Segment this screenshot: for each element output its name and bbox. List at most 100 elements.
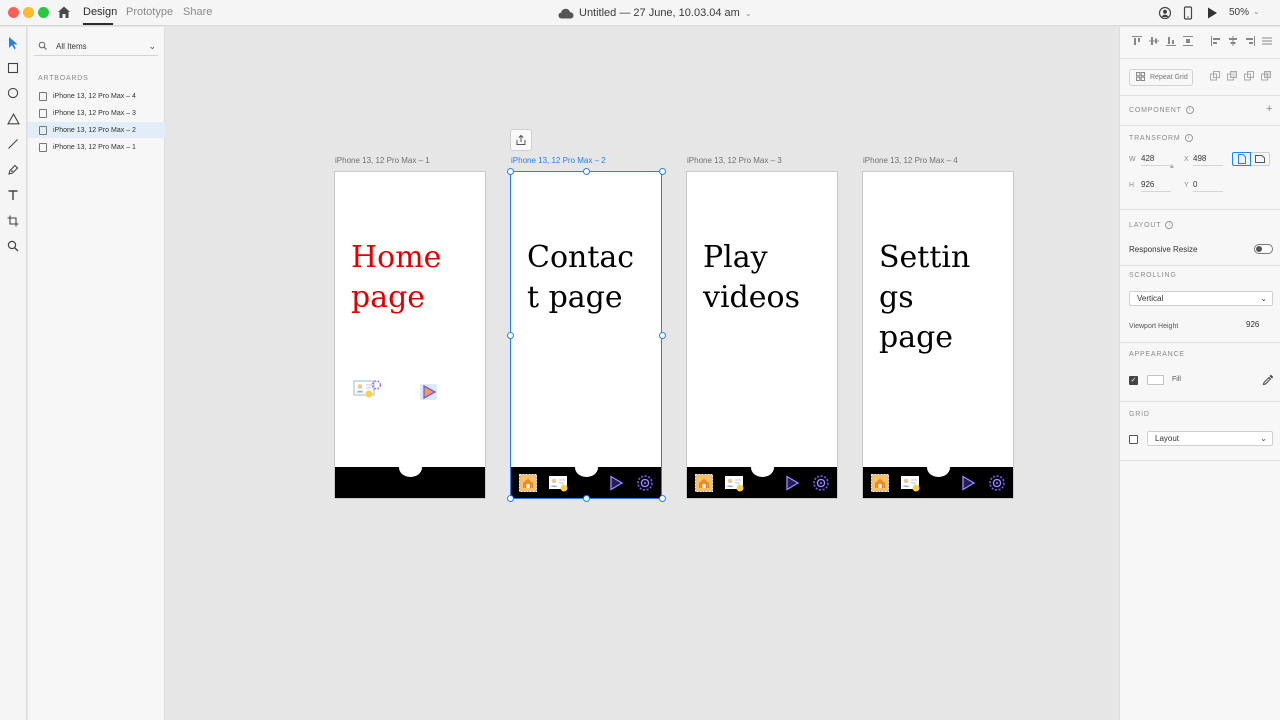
resize-handle[interactable]: [583, 495, 590, 502]
layer-item-selected[interactable]: iPhone 13, 12 Pro Max – 2: [28, 122, 165, 138]
distribute-horizontal-icon[interactable]: [1261, 35, 1273, 47]
bring-to-front-icon[interactable]: [1227, 71, 1238, 82]
landscape-orientation-button[interactable]: [1251, 152, 1270, 166]
add-component-icon[interactable]: +: [1266, 103, 1272, 115]
resize-handle[interactable]: [583, 168, 590, 175]
x-field[interactable]: 498: [1193, 154, 1223, 166]
user-icon[interactable]: [1157, 5, 1173, 21]
width-field[interactable]: 428: [1141, 154, 1171, 166]
distribute-vertical-icon[interactable]: [1182, 35, 1194, 47]
zoom-menu[interactable]: 50% ⌄: [1229, 7, 1260, 18]
tab-prototype[interactable]: Prototype: [126, 6, 173, 18]
chevron-down-icon: ⌄: [1253, 7, 1260, 16]
artboard-settings[interactable]: Settin gs page: [862, 171, 1014, 499]
mobile-preview-icon[interactable]: [1180, 5, 1196, 21]
tab-design[interactable]: Design: [83, 6, 117, 18]
ellipse-tool-icon[interactable]: [5, 85, 21, 101]
responsive-resize-toggle[interactable]: [1254, 244, 1273, 254]
video-nav-icon[interactable]: [958, 473, 978, 493]
artboard-label[interactable]: iPhone 13, 12 Pro Max – 1: [335, 156, 430, 165]
artboard-tool-icon[interactable]: [5, 213, 21, 229]
resize-handle[interactable]: [659, 332, 666, 339]
resize-handle[interactable]: [507, 168, 514, 175]
viewport-height-field[interactable]: 926: [1246, 320, 1259, 329]
tab-share[interactable]: Share: [183, 6, 212, 18]
height-field[interactable]: 926: [1141, 180, 1171, 192]
fill-checkbox[interactable]: ✓: [1129, 376, 1138, 385]
info-icon[interactable]: i: [1184, 134, 1193, 142]
window-maximize-button[interactable]: [38, 7, 49, 18]
layer-item[interactable]: iPhone 13, 12 Pro Max – 4: [28, 88, 165, 104]
grid-type-dropdown[interactable]: Layout ⌄: [1147, 431, 1273, 446]
layers-filter-value: All Items: [56, 41, 87, 51]
artboard-contact[interactable]: Contac t page: [510, 171, 662, 499]
resize-handle[interactable]: [659, 168, 666, 175]
portrait-orientation-button[interactable]: [1232, 152, 1251, 166]
text-tool-icon[interactable]: [5, 187, 21, 203]
contact-nav-icon[interactable]: [548, 473, 568, 493]
align-right-icon[interactable]: [1244, 35, 1256, 47]
resize-handle[interactable]: [659, 495, 666, 502]
artboard-label[interactable]: iPhone 13, 12 Pro Max – 3: [687, 156, 782, 165]
polygon-tool-icon[interactable]: [5, 111, 21, 127]
document-title-menu[interactable]: Untitled — 27 June, 10.03.04 am ⌄: [558, 5, 752, 21]
video-nav-icon[interactable]: [782, 473, 802, 493]
layers-filter[interactable]: All Items ⌄: [34, 37, 158, 56]
lock-aspect-icon[interactable]: 🔒︎: [1170, 163, 1174, 171]
home-nav-icon[interactable]: [518, 473, 538, 493]
design-canvas[interactable]: iPhone 13, 12 Pro Max – 1 iPhone 13, 12 …: [165, 27, 1119, 720]
home-nav-icon[interactable]: [870, 473, 890, 493]
rectangle-tool-icon[interactable]: [5, 60, 21, 76]
home-icon[interactable]: [56, 4, 72, 20]
grid-checkbox[interactable]: [1129, 435, 1138, 444]
align-left-icon[interactable]: [1210, 35, 1222, 47]
artboard-label[interactable]: iPhone 13, 12 Pro Max – 4: [863, 156, 958, 165]
window-close-button[interactable]: [8, 7, 19, 18]
settings-nav-icon[interactable]: [635, 473, 655, 493]
divider: [1120, 125, 1280, 126]
fill-color-swatch[interactable]: [1147, 375, 1164, 385]
line-tool-icon[interactable]: [5, 136, 21, 152]
play-icon[interactable]: [1204, 5, 1220, 21]
align-middle-icon[interactable]: [1148, 35, 1160, 47]
artboard-videos[interactable]: Play videos: [686, 171, 838, 499]
zoom-tool-icon[interactable]: [5, 238, 21, 254]
repeat-grid-button[interactable]: Repeat Grid: [1129, 69, 1193, 86]
align-bottom-icon[interactable]: [1165, 35, 1177, 47]
align-top-icon[interactable]: [1131, 35, 1143, 47]
scrolling-dropdown[interactable]: Vertical ⌄: [1129, 291, 1273, 306]
send-backward-icon[interactable]: [1244, 71, 1255, 82]
contact-nav-icon[interactable]: [900, 473, 920, 493]
section-title: APPEARANCE: [1129, 351, 1185, 358]
artboard-home[interactable]: Home page: [334, 171, 486, 499]
contact-nav-icon[interactable]: [724, 473, 744, 493]
send-to-back-icon[interactable]: [1261, 71, 1272, 82]
artboard-heading[interactable]: Home page: [351, 238, 441, 318]
info-icon[interactable]: i: [1185, 106, 1194, 114]
info-icon[interactable]: i: [1165, 221, 1174, 229]
divider: [1120, 342, 1280, 343]
section-title: GRID: [1129, 411, 1150, 418]
layer-item[interactable]: iPhone 13, 12 Pro Max – 3: [28, 105, 165, 121]
artboard-heading[interactable]: Play videos: [703, 238, 800, 318]
resize-handle[interactable]: [507, 332, 514, 339]
layer-item[interactable]: iPhone 13, 12 Pro Max – 1: [28, 139, 165, 155]
settings-nav-icon[interactable]: [987, 473, 1007, 493]
video-nav-icon[interactable]: [606, 473, 626, 493]
share-artboard-icon[interactable]: [510, 129, 532, 151]
resize-handle[interactable]: [507, 495, 514, 502]
y-field[interactable]: 0: [1193, 180, 1223, 192]
home-nav-icon[interactable]: [694, 473, 714, 493]
align-center-icon[interactable]: [1227, 35, 1239, 47]
settings-nav-icon[interactable]: [811, 473, 831, 493]
video-play-icon[interactable]: [419, 382, 439, 405]
contact-card-icon[interactable]: [353, 378, 383, 403]
artboard-label-selected[interactable]: iPhone 13, 12 Pro Max – 2: [511, 156, 606, 165]
artboard-heading[interactable]: Contac t page: [527, 238, 634, 318]
bring-forward-icon[interactable]: [1210, 71, 1221, 82]
pen-tool-icon[interactable]: [5, 162, 21, 178]
select-tool-icon[interactable]: [5, 35, 21, 51]
artboard-heading[interactable]: Settin gs page: [879, 238, 970, 358]
window-minimize-button[interactable]: [23, 7, 34, 18]
eyedropper-icon[interactable]: [1262, 374, 1274, 386]
